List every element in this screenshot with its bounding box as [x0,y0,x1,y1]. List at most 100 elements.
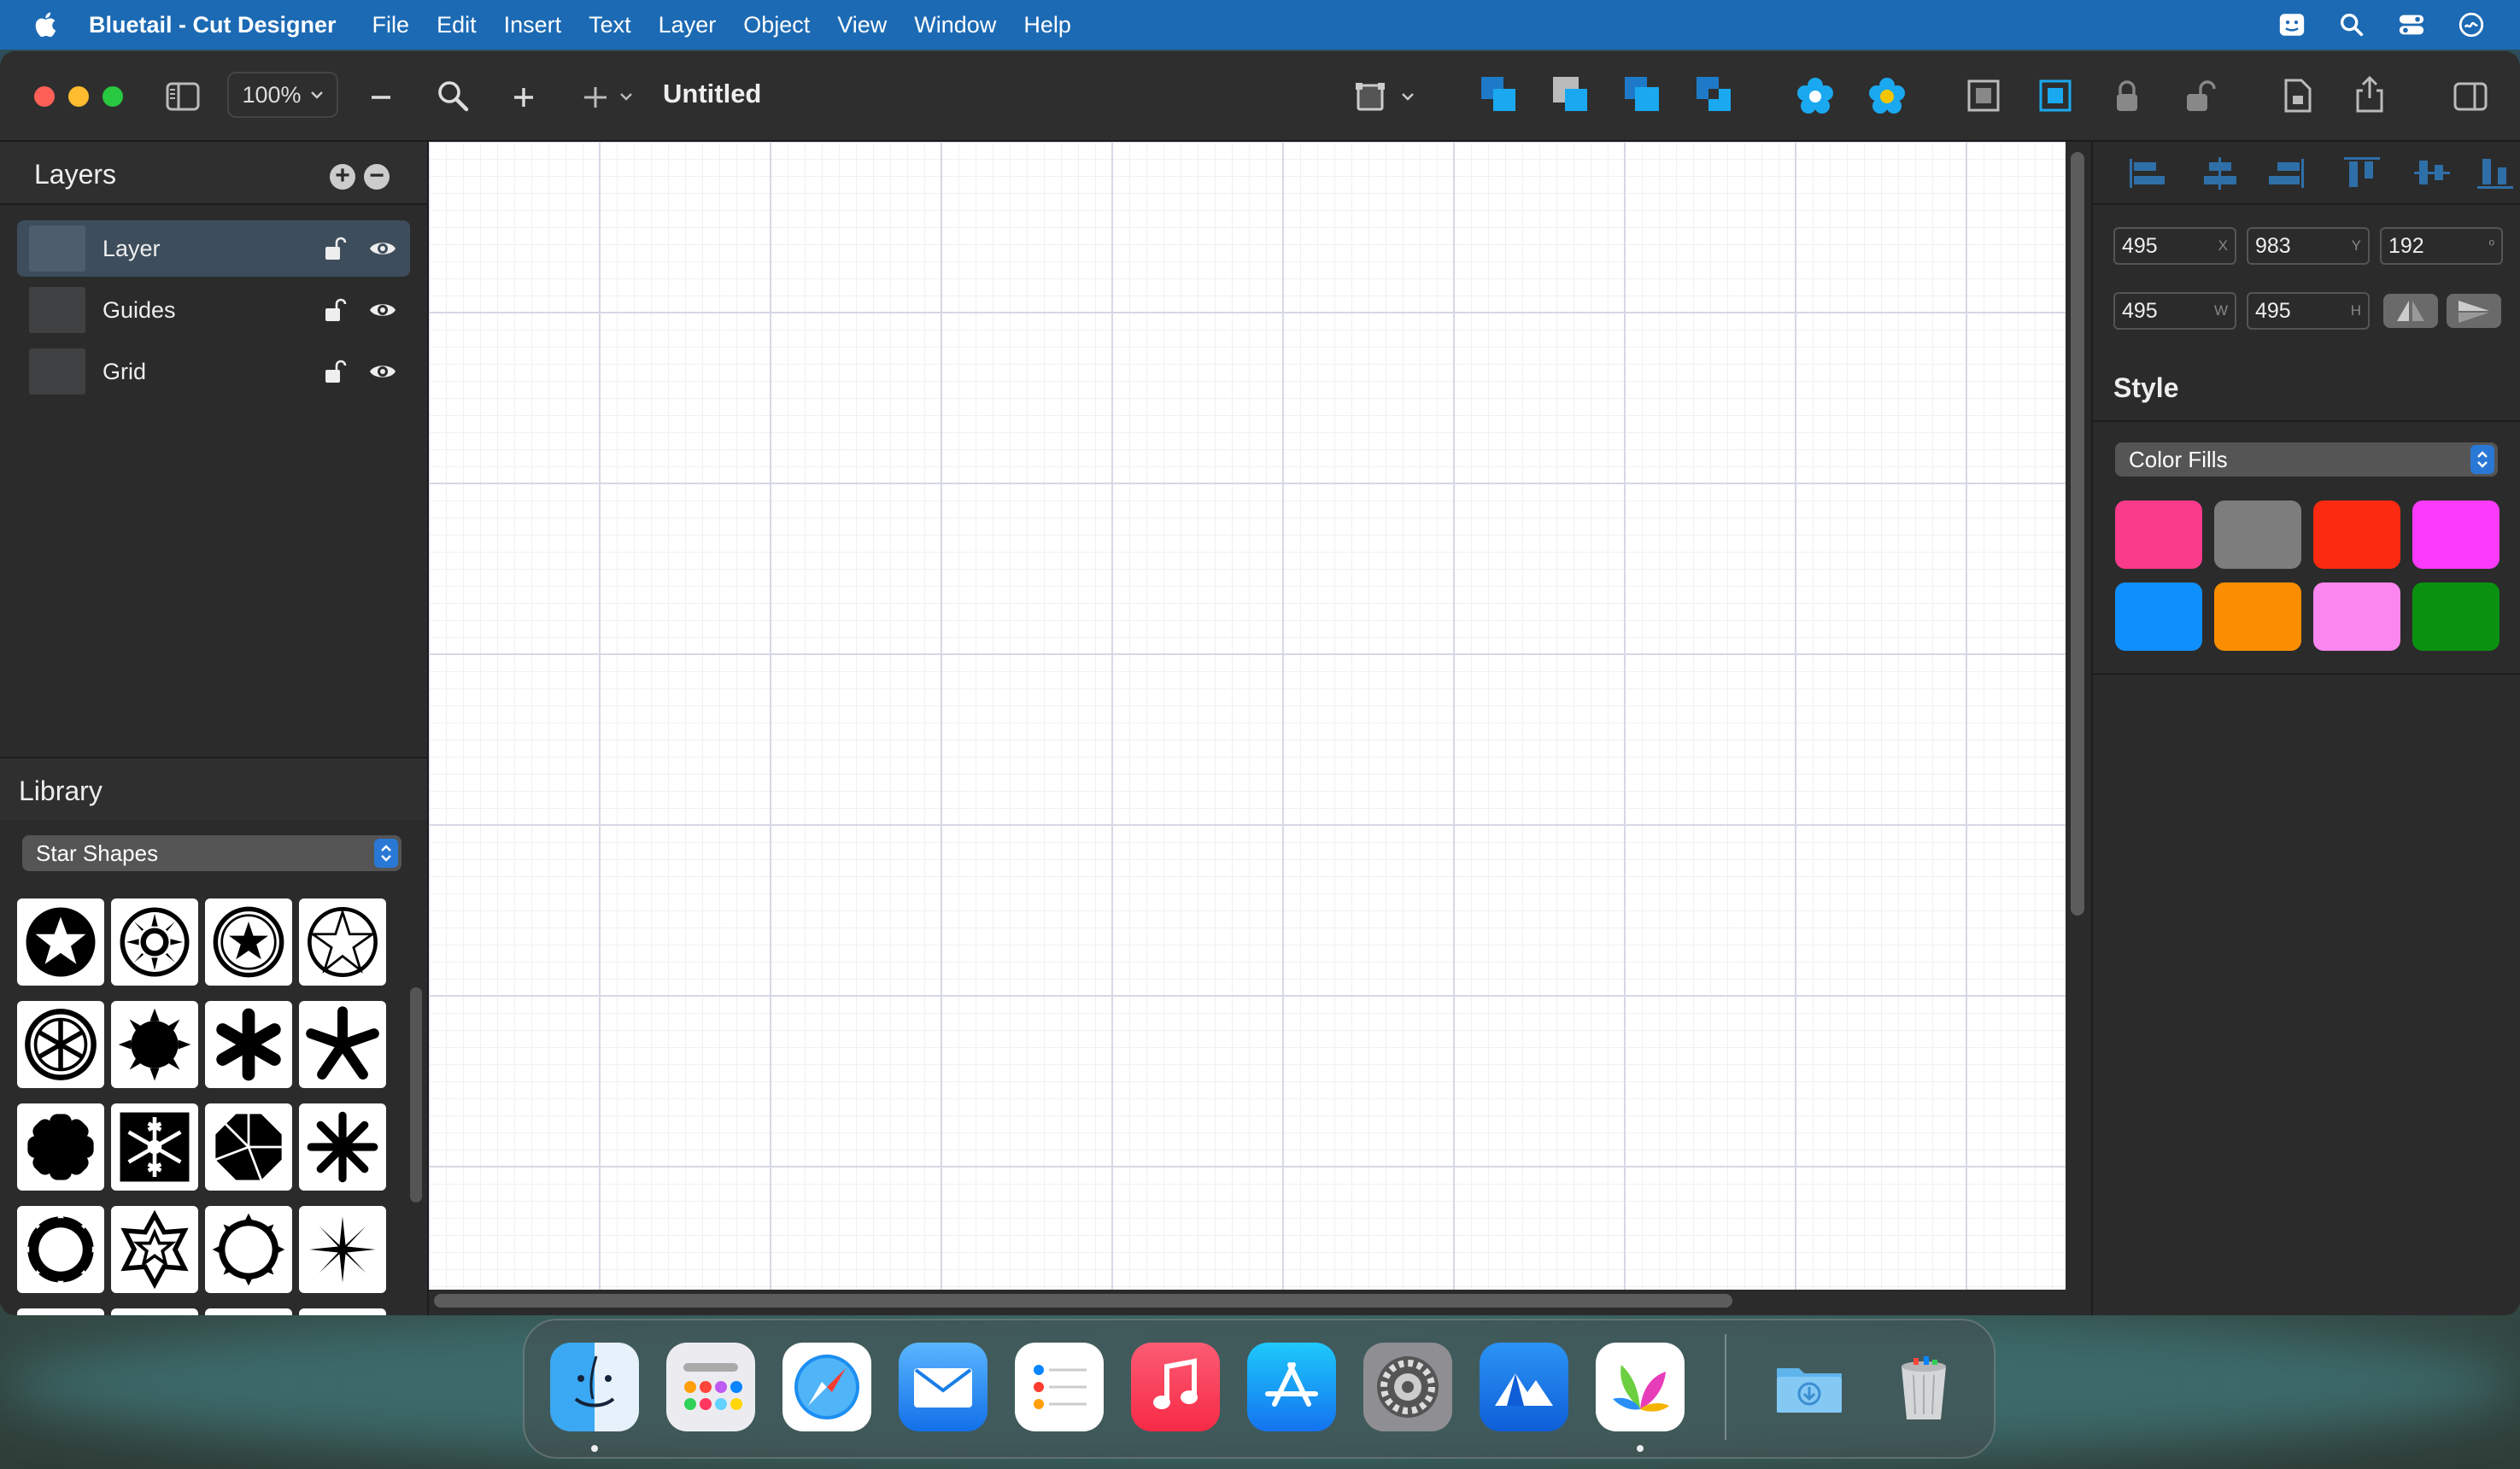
color-swatch[interactable] [2214,500,2301,569]
menu-file[interactable]: File [372,12,410,38]
star-shape-tile[interactable] [299,1001,386,1088]
align-bottom-icon[interactable] [2474,154,2517,191]
zoom-select[interactable]: 100% [227,72,338,118]
app-menu[interactable]: Bluetail - Cut Designer [89,12,337,38]
flip-vertical-button[interactable] [2447,294,2501,328]
remove-layer-button[interactable]: − [364,163,390,190]
eye-icon[interactable] [369,361,396,382]
layer-row-guides[interactable]: Guides [17,282,410,338]
close-window-button[interactable] [34,86,55,107]
insert-menu-button[interactable] [583,85,639,109]
color-swatch[interactable] [2412,582,2499,651]
sidebar-toggle-button[interactable] [166,82,200,111]
color-swatch[interactable] [2313,582,2400,651]
zoom-out-button[interactable] [369,85,393,109]
eye-icon[interactable] [369,300,396,320]
share-button[interactable] [2354,75,2385,113]
align-top-icon[interactable] [2341,154,2383,191]
control-center-icon[interactable] [2397,10,2426,39]
dock-mail[interactable] [899,1343,987,1431]
unlock-icon[interactable] [325,236,347,261]
align-left-icon[interactable] [2127,154,2170,191]
align-middle-vertical-icon[interactable] [2411,154,2453,191]
dock-app-store[interactable] [1247,1343,1336,1431]
color-swatch[interactable] [2214,582,2301,651]
star-shape-tile[interactable] [205,1206,292,1293]
flip-horizontal-button[interactable] [2383,294,2438,328]
star-shape-tile[interactable] [111,1308,198,1315]
color-swatch[interactable] [2115,582,2202,651]
unlock-icon[interactable] [325,297,347,323]
design-canvas[interactable] [429,142,2066,1290]
menu-view[interactable]: View [837,12,887,38]
flower-center-button[interactable] [1867,77,1907,116]
dock-bluetail[interactable] [1596,1343,1685,1431]
dock-safari[interactable] [782,1343,871,1431]
subtract-button[interactable] [1551,75,1591,114]
canvas-vertical-scrollbar[interactable] [2071,152,2084,916]
star-shape-tile[interactable] [299,1206,386,1293]
star-shape-tile[interactable] [17,898,104,986]
star-shape-tile[interactable] [111,1103,198,1191]
menu-insert[interactable]: Insert [504,12,562,38]
union-button[interactable] [1480,75,1519,114]
x-position-field[interactable]: 495 X [2113,227,2236,265]
zoom-window-button[interactable] [103,86,123,107]
zoom-tool-button[interactable] [436,79,470,113]
star-shape-tile[interactable] [299,1308,386,1315]
star-shape-tile[interactable] [17,1308,104,1315]
star-shape-tile[interactable] [205,1001,292,1088]
star-shape-tile[interactable] [111,1001,198,1088]
minimize-window-button[interactable] [68,86,89,107]
star-shape-tile[interactable] [111,898,198,986]
arrange-menu-button[interactable] [1355,80,1421,114]
dock-finder[interactable] [550,1343,639,1431]
apple-menu-icon[interactable] [32,10,62,39]
color-swatch[interactable] [2412,500,2499,569]
menu-help[interactable]: Help [1023,12,1071,38]
dock-reminders[interactable] [1015,1343,1104,1431]
zoom-in-button[interactable] [512,85,536,109]
menu-layer[interactable]: Layer [659,12,717,38]
canvas-horizontal-scrollbar[interactable] [434,1294,1732,1308]
rotation-field[interactable]: 192 º [2380,227,2503,265]
menu-text[interactable]: Text [589,12,631,38]
height-field[interactable]: 495 H [2247,292,2370,330]
layer-row-layer[interactable]: Layer [17,220,410,277]
width-field[interactable]: 495 W [2113,292,2236,330]
star-shape-tile[interactable] [299,898,386,986]
unlock-icon[interactable] [325,359,347,384]
fill-mode-select[interactable]: Color Fills [2115,442,2498,477]
color-swatch[interactable] [2115,500,2202,569]
dock-launchpad[interactable] [666,1343,755,1431]
spotlight-search-icon[interactable] [2337,10,2366,39]
y-position-field[interactable]: 983 Y [2247,227,2370,265]
star-shape-tile[interactable] [17,1206,104,1293]
star-shape-tile[interactable] [17,1001,104,1088]
unlock-button[interactable] [2185,79,2216,113]
flower-shape-button[interactable] [1796,77,1835,116]
group-button[interactable] [1966,79,2001,113]
finder-status-icon[interactable] [2277,10,2306,39]
lock-button[interactable] [2113,79,2141,113]
align-right-icon[interactable] [2264,154,2306,191]
export-doc-button[interactable] [2283,79,2313,113]
color-swatch[interactable] [2313,500,2400,569]
dock-system-settings[interactable] [1363,1343,1452,1431]
align-center-horizontal-icon[interactable] [2199,154,2242,191]
library-scrollbar[interactable] [410,987,422,1203]
ungroup-button[interactable] [2038,79,2072,113]
star-shape-tile[interactable] [205,1103,292,1191]
star-shape-tile[interactable] [299,1103,386,1191]
menu-object[interactable]: Object [743,12,810,38]
difference-button[interactable] [1695,75,1734,114]
menu-window[interactable]: Window [914,12,996,38]
dock-altitude[interactable] [1480,1343,1568,1431]
star-shape-tile[interactable] [111,1206,198,1293]
layer-row-grid[interactable]: Grid [17,343,410,400]
star-shape-tile[interactable] [17,1103,104,1191]
intersect-button[interactable] [1623,75,1662,114]
dock-trash[interactable] [1879,1343,1968,1431]
dock-downloads[interactable] [1765,1343,1854,1431]
library-category-select[interactable]: Star Shapes [22,835,401,871]
